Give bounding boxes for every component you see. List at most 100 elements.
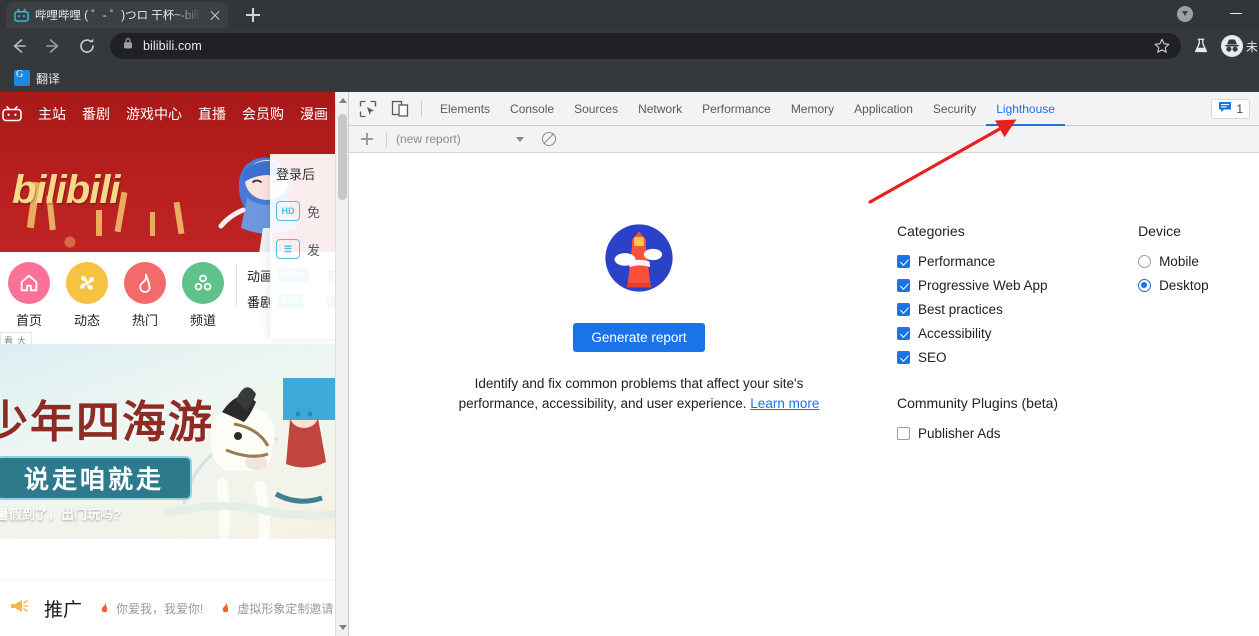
bookmark-item-translate[interactable]: 翻译 bbox=[8, 68, 66, 89]
browser-toolbar: bilibili.com 未 bbox=[0, 28, 1259, 64]
generate-report-button[interactable]: Generate report bbox=[573, 323, 704, 352]
divider bbox=[421, 101, 422, 117]
tab-application[interactable]: Application bbox=[844, 92, 923, 126]
bilibili-nav-item[interactable]: 主站 bbox=[38, 104, 66, 124]
new-tab-button[interactable] bbox=[240, 4, 266, 26]
device-toolbar-icon[interactable] bbox=[387, 96, 413, 122]
checkbox-label: Performance bbox=[918, 254, 995, 269]
checkbox-best-practices[interactable]: Best practices bbox=[897, 297, 1058, 321]
tab-memory[interactable]: Memory bbox=[781, 92, 844, 126]
checkbox-performance[interactable]: Performance bbox=[897, 249, 1058, 273]
bilibili-wordmark: bilibili bbox=[12, 168, 120, 213]
tab-network[interactable]: Network bbox=[628, 92, 692, 126]
checkbox-icon[interactable] bbox=[897, 303, 910, 316]
report-select-label: (new report) bbox=[396, 132, 516, 146]
checkbox-label: Progressive Web App bbox=[918, 278, 1048, 293]
tab-sources[interactable]: Sources bbox=[564, 92, 628, 126]
checkbox-accessibility[interactable]: Accessibility bbox=[897, 321, 1058, 345]
checkbox-icon[interactable] bbox=[897, 279, 910, 292]
bilibili-promo-bar: 推广 你爱我，我爱你! 虚拟形象定制邀请 bbox=[0, 580, 348, 636]
checkbox-progressive-web-app[interactable]: Progressive Web App bbox=[897, 273, 1058, 297]
home-icon bbox=[8, 262, 50, 304]
minimize-icon[interactable] bbox=[1215, 0, 1259, 28]
radio-icon[interactable] bbox=[1138, 279, 1151, 292]
promo-item[interactable]: 虚拟形象定制邀请 bbox=[219, 600, 333, 617]
bilibili-category-label: 频道 bbox=[174, 310, 232, 329]
radio-label: Mobile bbox=[1159, 254, 1199, 269]
forward-arrow-icon[interactable] bbox=[38, 31, 68, 61]
bilibili-category-hot[interactable]: 热门 bbox=[116, 262, 174, 329]
lighthouse-subbar: (new report) bbox=[349, 126, 1259, 153]
channel-icon bbox=[182, 262, 224, 304]
bilibili-category-label: 首页 bbox=[0, 310, 58, 329]
bilibili-category-dynamic[interactable]: 动态 bbox=[58, 262, 116, 329]
lighthouse-options: Categories Performance Progressive Web A… bbox=[897, 223, 1209, 445]
back-arrow-icon[interactable] bbox=[4, 31, 34, 61]
bilibili-nav-item[interactable]: 游戏中心 bbox=[126, 104, 182, 124]
checkbox-publisher-ads[interactable]: Publisher Ads bbox=[897, 421, 1058, 445]
tab-lighthouse[interactable]: Lighthouse bbox=[986, 92, 1065, 126]
scrollbar-thumb[interactable] bbox=[338, 114, 347, 200]
checkbox-label: SEO bbox=[918, 350, 947, 365]
download-icon[interactable] bbox=[1177, 6, 1193, 22]
tab-performance[interactable]: Performance bbox=[692, 92, 781, 126]
tab-console[interactable]: Console bbox=[500, 92, 564, 126]
radio-mobile[interactable]: Mobile bbox=[1138, 249, 1209, 273]
browser-tab[interactable]: 哔哩哔哩 ( ゜- ゜)つロ 干杯~-bili bbox=[6, 2, 228, 28]
radio-icon[interactable] bbox=[1138, 255, 1151, 268]
chevron-down-icon bbox=[516, 137, 524, 142]
scroll-up-icon[interactable] bbox=[339, 98, 347, 103]
browser-menu-cut-label: 未 bbox=[1246, 38, 1257, 55]
promo-item-label: 你爱我，我爱你! bbox=[116, 600, 203, 617]
star-bookmark-icon[interactable] bbox=[1153, 37, 1171, 55]
browser-tabstrip: 哔哩哔哩 ( ゜- ゜)つロ 干杯~-bili bbox=[0, 0, 1259, 28]
address-bar[interactable]: bilibili.com bbox=[110, 33, 1181, 59]
checkbox-icon[interactable] bbox=[897, 255, 910, 268]
page-scrollbar[interactable] bbox=[335, 92, 348, 636]
scroll-down-icon[interactable] bbox=[339, 625, 347, 630]
flame-icon bbox=[98, 600, 111, 617]
checkbox-icon[interactable] bbox=[897, 351, 910, 364]
incognito-avatar-icon[interactable] bbox=[1221, 35, 1243, 57]
devtools-panel: Elements Console Sources Network Perform… bbox=[348, 92, 1259, 636]
promo-item-label: 虚拟形象定制邀请 bbox=[237, 600, 333, 617]
device-column: Device Mobile Desktop bbox=[1138, 223, 1209, 445]
bilibili-nav-item[interactable]: 直播 bbox=[198, 104, 226, 124]
checkbox-icon[interactable] bbox=[897, 327, 910, 340]
pinwheel-icon bbox=[66, 262, 108, 304]
bilibili-nav-item[interactable]: 漫画 bbox=[300, 104, 328, 124]
clear-icon[interactable] bbox=[542, 132, 556, 146]
lock-icon bbox=[122, 37, 134, 55]
learn-more-link[interactable]: Learn more bbox=[750, 396, 819, 411]
hd-icon: HD bbox=[276, 201, 300, 221]
bookmark-label: 翻译 bbox=[36, 70, 60, 87]
devtools-tabbar: Elements Console Sources Network Perform… bbox=[349, 92, 1259, 126]
checkbox-label: Accessibility bbox=[918, 326, 992, 341]
lighthouse-start-view: Generate report Identify and fix common … bbox=[349, 153, 1259, 636]
checkbox-icon[interactable] bbox=[897, 427, 910, 440]
inspect-element-icon[interactable] bbox=[355, 96, 381, 122]
report-select[interactable]: (new report) bbox=[396, 132, 524, 146]
tab-elements[interactable]: Elements bbox=[430, 92, 500, 126]
bilibili-category-channel[interactable]: 频道 bbox=[174, 262, 232, 329]
device-heading: Device bbox=[1138, 223, 1209, 239]
bilibili-banner[interactable]: 少年四海游 说走咱就走 暑假到了，出门玩吗? bbox=[0, 344, 348, 539]
checkbox-seo[interactable]: SEO bbox=[897, 345, 1058, 369]
bilibili-nav-item[interactable]: 会员购 bbox=[242, 104, 284, 124]
close-icon[interactable] bbox=[208, 8, 222, 22]
bilibili-nav: 主站 番剧 游戏中心 直播 会员购 漫画 赛事 bbox=[0, 100, 348, 128]
translate-icon bbox=[14, 70, 30, 86]
add-report-button[interactable] bbox=[357, 129, 377, 149]
reload-icon[interactable] bbox=[72, 31, 102, 61]
tab-security[interactable]: Security bbox=[923, 92, 986, 126]
flame-icon bbox=[219, 600, 232, 617]
radio-desktop[interactable]: Desktop bbox=[1138, 273, 1209, 297]
bilibili-category-label: 动态 bbox=[58, 310, 116, 329]
bilibili-category-home[interactable]: 首页 bbox=[0, 262, 58, 329]
megaphone-icon bbox=[8, 596, 28, 621]
promo-item[interactable]: 你爱我，我爱你! bbox=[98, 600, 203, 617]
categories-heading: Categories bbox=[897, 223, 1058, 239]
flask-icon[interactable] bbox=[1187, 32, 1215, 60]
bilibili-nav-item[interactable]: 番剧 bbox=[82, 104, 110, 124]
message-count-badge[interactable]: 1 bbox=[1211, 99, 1250, 119]
